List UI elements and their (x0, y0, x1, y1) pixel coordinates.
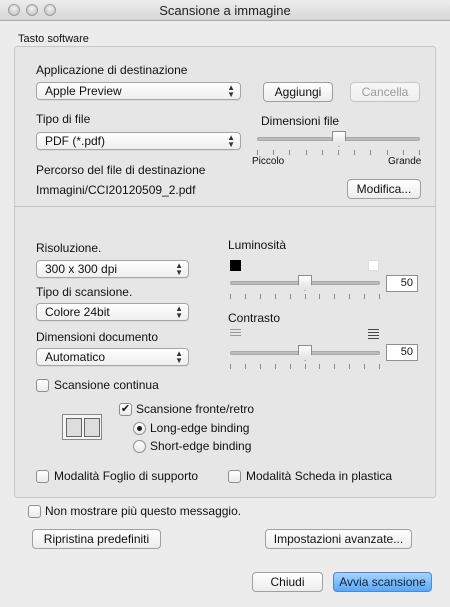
slider-tick (419, 150, 420, 155)
add-button[interactable]: Aggiungi (263, 82, 333, 102)
scantype-label: Tipo di scansione. (36, 285, 133, 299)
slider-tick (245, 294, 246, 299)
slider-tick (387, 150, 388, 155)
contrast-label: Contrasto (228, 311, 281, 325)
dont-show-label: Non mostrare più questo messaggio. (45, 504, 242, 518)
advanced-settings-button[interactable]: Impostazioni avanzate... (265, 529, 412, 549)
filetype-select[interactable]: PDF (*.pdf) ▲ ▼ (36, 132, 241, 150)
filetype-select-value: PDF (*.pdf) (45, 134, 106, 148)
slider-tick (319, 294, 320, 299)
group-title: Tasto software (18, 33, 89, 45)
slider-tick (275, 364, 276, 369)
slider-tick (334, 294, 335, 299)
updown-arrows-icon: ▲ ▼ (175, 261, 183, 277)
contrast-ticks (230, 364, 380, 369)
slider-tick (289, 150, 290, 155)
slider-tick (257, 150, 258, 155)
restore-defaults-button[interactable]: Ripristina predefiniti (32, 529, 161, 549)
low-contrast-icon (230, 329, 241, 338)
docsize-select-value: Automatico (45, 350, 106, 364)
separator (15, 206, 435, 207)
slider-tick (364, 364, 365, 369)
slider-tick (245, 364, 246, 369)
updown-arrows-icon: ▲ ▼ (227, 83, 235, 99)
slider-tick (354, 150, 355, 155)
updown-arrows-icon: ▲ ▼ (227, 133, 235, 149)
title-bar: Scansione a immagine (0, 0, 450, 21)
duplex-label: Scansione fronte/retro (136, 402, 255, 416)
slider-tick (305, 364, 306, 369)
scantype-select-value: Colore 24bit (45, 305, 110, 319)
slider-tick (319, 364, 320, 369)
slider-tick (273, 150, 274, 155)
app-label: Applicazione di destinazione (36, 63, 188, 77)
start-scan-button[interactable]: Avvia scansione (333, 572, 432, 592)
filesize-max-label: Grande (388, 156, 422, 167)
slider-tick (290, 364, 291, 369)
brightness-field[interactable]: 50 (386, 275, 418, 292)
duplex-checkbox[interactable]: ✔ (119, 403, 132, 416)
plastic-checkbox[interactable] (228, 470, 241, 483)
slider-tick (349, 364, 350, 369)
continuous-label: Scansione continua (54, 378, 159, 392)
carrier-checkbox[interactable] (36, 470, 49, 483)
filesize-label: Dimensioni file (261, 114, 340, 128)
carrier-label: Modalità Foglio di supporto (54, 469, 199, 483)
slider-tick (338, 150, 339, 155)
path-value: Immagini/CCI20120509_2.pdf (36, 183, 196, 197)
slider-tick (349, 294, 350, 299)
filesize-min-label: Piccolo (252, 156, 285, 167)
brightness-ticks (230, 294, 380, 299)
window-title: Scansione a immagine (159, 3, 291, 18)
modify-button[interactable]: Modifica... (347, 179, 421, 199)
slider-tick (379, 294, 380, 299)
short-edge-radio[interactable] (133, 440, 146, 453)
slider-tick (370, 150, 371, 155)
app-select[interactable]: Apple Preview ▲ ▼ (36, 82, 241, 100)
slider-tick (275, 294, 276, 299)
path-label: Percorso del file di destinazione (36, 163, 206, 177)
slider-tick (305, 294, 306, 299)
docsize-label: Dimensioni documento (36, 330, 159, 344)
slider-tick (322, 150, 323, 155)
dont-show-checkbox[interactable] (28, 505, 41, 518)
resolution-label: Risoluzione. (36, 241, 102, 255)
filetype-label: Tipo di file (36, 112, 91, 126)
brightness-label: Luminosità (228, 238, 287, 252)
continuous-checkbox[interactable] (36, 379, 49, 392)
long-edge-radio[interactable] (133, 422, 146, 435)
slider-tick (290, 294, 291, 299)
slider-tick (230, 294, 231, 299)
slider-tick (260, 364, 261, 369)
slider-tick (403, 150, 404, 155)
slider-tick (379, 364, 380, 369)
high-contrast-icon (368, 329, 379, 341)
resolution-select-value: 300 x 300 dpi (45, 262, 118, 276)
updown-arrows-icon: ▲ ▼ (175, 349, 183, 365)
dark-swatch-icon (230, 260, 241, 271)
slider-tick (306, 150, 307, 155)
updown-arrows-icon: ▲ ▼ (175, 304, 183, 320)
slider-tick (364, 294, 365, 299)
slider-tick (260, 294, 261, 299)
resolution-select[interactable]: 300 x 300 dpi ▲ ▼ (36, 260, 189, 278)
slider-tick (334, 364, 335, 369)
contrast-field[interactable]: 50 (386, 344, 418, 361)
plastic-label: Modalità Scheda in plastica (246, 469, 393, 483)
delete-button[interactable]: Cancella (350, 82, 420, 102)
scantype-select[interactable]: Colore 24bit ▲ ▼ (36, 303, 189, 321)
close-button[interactable]: Chiudi (252, 572, 323, 592)
long-edge-label: Long-edge binding (150, 421, 250, 435)
short-edge-label: Short-edge binding (150, 439, 252, 453)
light-swatch-icon (368, 260, 379, 271)
app-select-value: Apple Preview (45, 84, 122, 98)
slider-tick (230, 364, 231, 369)
filesize-ticks (257, 150, 420, 155)
docsize-select[interactable]: Automatico ▲ ▼ (36, 348, 189, 366)
duplex-scan-icon (62, 414, 102, 440)
